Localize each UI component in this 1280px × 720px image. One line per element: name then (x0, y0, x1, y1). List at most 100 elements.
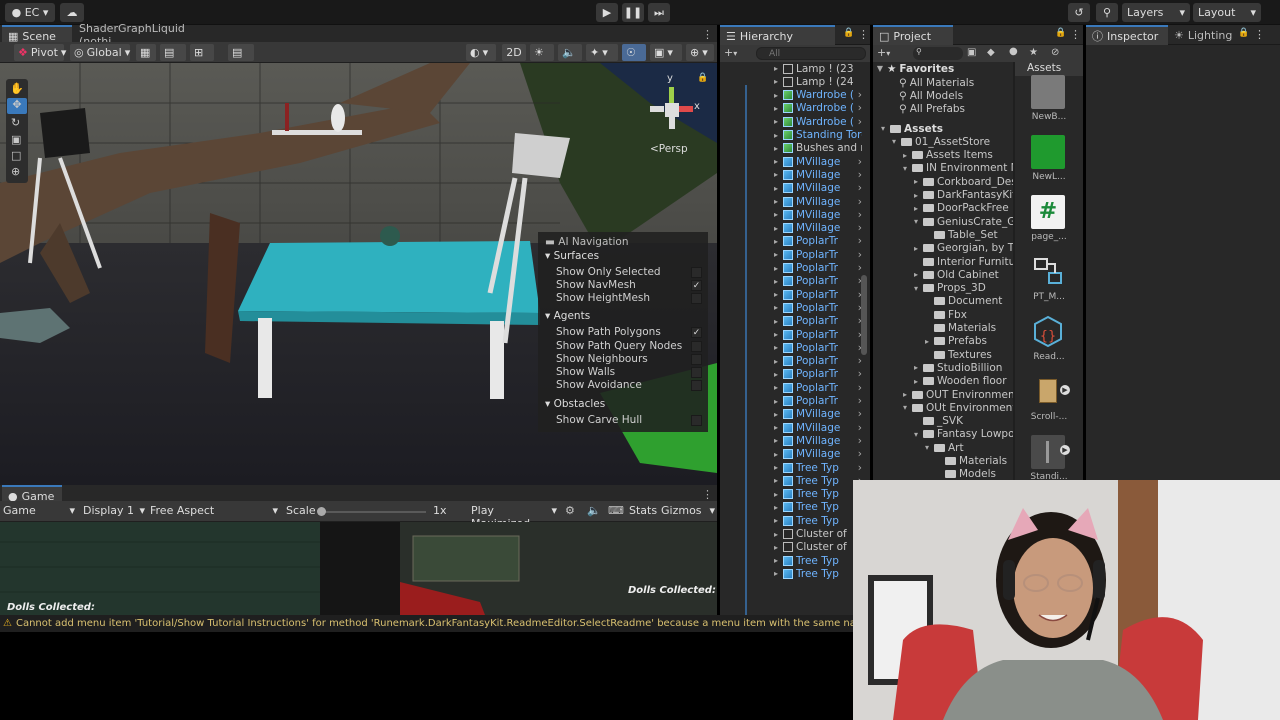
account-dropdown[interactable]: ● EC ▾ (5, 3, 55, 22)
orientation-gizmo[interactable]: y x 🔒 (645, 71, 708, 151)
hierarchy-row[interactable]: ▸ Lamp ! (23 (772, 62, 862, 75)
expand-arrow-icon[interactable]: ▸ (772, 530, 780, 539)
transform-tool-icon[interactable]: ⊕ (11, 165, 20, 178)
more-icon[interactable]: ⋮ (1254, 28, 1265, 41)
add-button[interactable]: +▾ (724, 46, 737, 59)
hierarchy-row[interactable]: ▸ PoplarTr › (772, 288, 862, 301)
project-folder-row[interactable]: ▸ Old Cabinet (912, 268, 1013, 281)
expand-arrow-icon[interactable]: ▸ (772, 170, 780, 179)
triangle-right-icon[interactable]: ▸ (912, 244, 920, 253)
project-folder-row[interactable]: Textures (923, 348, 1013, 361)
chevron-right-icon[interactable]: › (858, 156, 862, 168)
project-folder-row[interactable]: ▸ Wooden floor (912, 375, 1013, 388)
incremental-snap-button[interactable]: ▤ (228, 44, 254, 61)
chevron-right-icon[interactable]: › (858, 462, 862, 474)
hierarchy-row[interactable]: ▸Tree Typ› (772, 461, 862, 474)
scale-slider-thumb[interactable] (317, 507, 326, 516)
game-viewport[interactable]: Dolls Collected: Dolls Collected: (0, 522, 717, 615)
project-folder-row[interactable]: ▸ Assets Items (901, 149, 1013, 162)
triangle-down-icon[interactable]: ▾ (890, 137, 898, 146)
expand-arrow-icon[interactable]: ▸ (772, 197, 780, 206)
project-folder-row[interactable]: ▸ OUT Environment (901, 388, 1013, 401)
projection-label[interactable]: <Persp (650, 143, 688, 155)
log-icon[interactable]: ● (1009, 46, 1018, 57)
hierarchy-scrollbar[interactable] (861, 275, 867, 355)
hierarchy-row[interactable]: ▸ MVillage › (772, 195, 862, 208)
expand-arrow-icon[interactable]: ▸ (772, 543, 780, 552)
hierarchy-row[interactable]: ▸ MVillage › (772, 448, 862, 461)
chevron-right-icon[interactable]: › (858, 102, 862, 114)
expand-arrow-icon[interactable]: ▸ (772, 463, 780, 472)
triangle-right-icon[interactable]: ▸ (912, 177, 920, 186)
project-folder-row[interactable]: Models (934, 468, 1013, 480)
chevron-right-icon[interactable]: › (858, 249, 862, 261)
hierarchy-row[interactable]: ▸ MVillage › (772, 434, 862, 447)
pause-button[interactable]: ❚❚ (622, 3, 644, 22)
chevron-right-icon[interactable]: › (858, 448, 862, 460)
layers-dropdown[interactable]: Layers ▾ (1122, 3, 1190, 22)
project-folder-row[interactable]: ▾ Props_3D (912, 282, 1013, 295)
triangle-down-icon[interactable]: ▾ (923, 443, 931, 452)
hierarchy-row[interactable]: ▸ PoplarTr › (772, 381, 862, 394)
project-folder-row[interactable]: _SVK (912, 415, 1013, 428)
rotate-tool-icon[interactable]: ↻ (11, 116, 20, 129)
hierarchy-row[interactable]: ▸Tree Typ› (772, 554, 862, 567)
project-folder-row[interactable]: ▾ 01_AssetStore (890, 135, 1013, 148)
expand-arrow-icon[interactable]: ▸ (772, 277, 780, 286)
section-agents[interactable]: ▾ Agents (545, 310, 590, 322)
expand-arrow-icon[interactable]: ▸ (772, 383, 780, 392)
expand-arrow-icon[interactable]: ▸ (772, 317, 780, 326)
tab-inspector[interactable]: ⓘ Inspector (1086, 25, 1168, 45)
chevron-right-icon[interactable]: › (858, 209, 862, 221)
hierarchy-row[interactable]: ▸Tree Typ› (772, 567, 862, 580)
triangle-right-icon[interactable]: ▸ (912, 363, 920, 372)
stats-button[interactable]: Stats (629, 504, 657, 517)
expand-arrow-icon[interactable]: ▸ (772, 450, 780, 459)
display-dropdown[interactable]: Display 1 ▾ (83, 504, 145, 517)
hierarchy-row[interactable]: ▸ MVillage › (772, 421, 862, 434)
hierarchy-row[interactable]: ▸Tree Typ› (772, 488, 862, 501)
project-folder-row[interactable]: ▸ Corkboard_Desk (912, 175, 1013, 188)
hierarchy-row[interactable]: ▸ Wardrobe (› (772, 115, 862, 128)
chevron-right-icon[interactable]: › (858, 262, 862, 274)
hierarchy-row[interactable]: ▸ PoplarTr › (772, 328, 862, 341)
grid-toggle-button[interactable]: ▤ (160, 44, 186, 61)
expand-arrow-icon[interactable]: ▸ (772, 410, 780, 419)
hierarchy-row[interactable]: ▸ MVillage › (772, 182, 862, 195)
hierarchy-row[interactable]: ▸ PoplarTr › (772, 301, 862, 314)
triangle-right-icon[interactable]: ▸ (901, 390, 909, 399)
shader-graph-icon[interactable] (1031, 255, 1065, 289)
console-status-bar[interactable]: ⚠ Cannot add menu item 'Tutorial/Show Tu… (0, 615, 853, 632)
project-search-input[interactable]: ⚲ (913, 47, 963, 60)
chevron-right-icon[interactable]: › (858, 182, 862, 194)
rect-tool-icon[interactable]: □ (11, 149, 21, 162)
triangle-down-icon[interactable]: ▾ (912, 284, 920, 293)
hierarchy-row[interactable]: ▸ Lamp ! (24 (772, 75, 862, 88)
project-folder-row[interactable]: Document (923, 295, 1013, 308)
show-path-polygons-checkbox[interactable]: ✓ (691, 327, 702, 338)
hand-tool-icon[interactable]: ✋ (10, 82, 24, 95)
hidden-objects-toggle[interactable]: ☉ (622, 44, 646, 61)
camera-dropdown[interactable]: ▣ ▾ (650, 44, 682, 61)
section-surfaces[interactable]: ▾ Surfaces (545, 250, 599, 262)
csharp-script-icon[interactable]: # (1031, 195, 1065, 229)
expand-prefab-icon[interactable]: ▶ (1060, 445, 1070, 455)
hierarchy-row[interactable]: ▸ PoplarTr › (772, 341, 862, 354)
expand-arrow-icon[interactable]: ▸ (772, 250, 780, 259)
chevron-right-icon[interactable]: › (858, 169, 862, 181)
triangle-right-icon[interactable]: ▸ (901, 151, 909, 160)
expand-arrow-icon[interactable]: ▸ (772, 117, 780, 126)
triangle-right-icon[interactable]: ▸ (912, 191, 920, 200)
project-folder-row[interactable]: ▾ Fantasy Lowpo (912, 428, 1013, 441)
gizmos-dropdown[interactable]: ⊕ ▾ (686, 44, 714, 61)
chevron-right-icon[interactable]: › (858, 395, 862, 407)
move-tool-icon[interactable]: ✥ (7, 98, 27, 114)
audio-toggle[interactable]: 🔈 (558, 44, 582, 61)
readme-asset-icon[interactable]: {} (1031, 315, 1065, 349)
search-by-label-icon[interactable]: ◆ (987, 47, 995, 58)
hierarchy-row[interactable]: ▸Tree Typ› (772, 514, 862, 527)
expand-arrow-icon[interactable]: ▸ (772, 303, 780, 312)
project-folder-row[interactable]: ▾ Assets (879, 122, 1013, 135)
project-folder-row[interactable]: ▸ DarkFantasyKit (912, 189, 1013, 202)
project-splitter[interactable] (1013, 62, 1015, 480)
